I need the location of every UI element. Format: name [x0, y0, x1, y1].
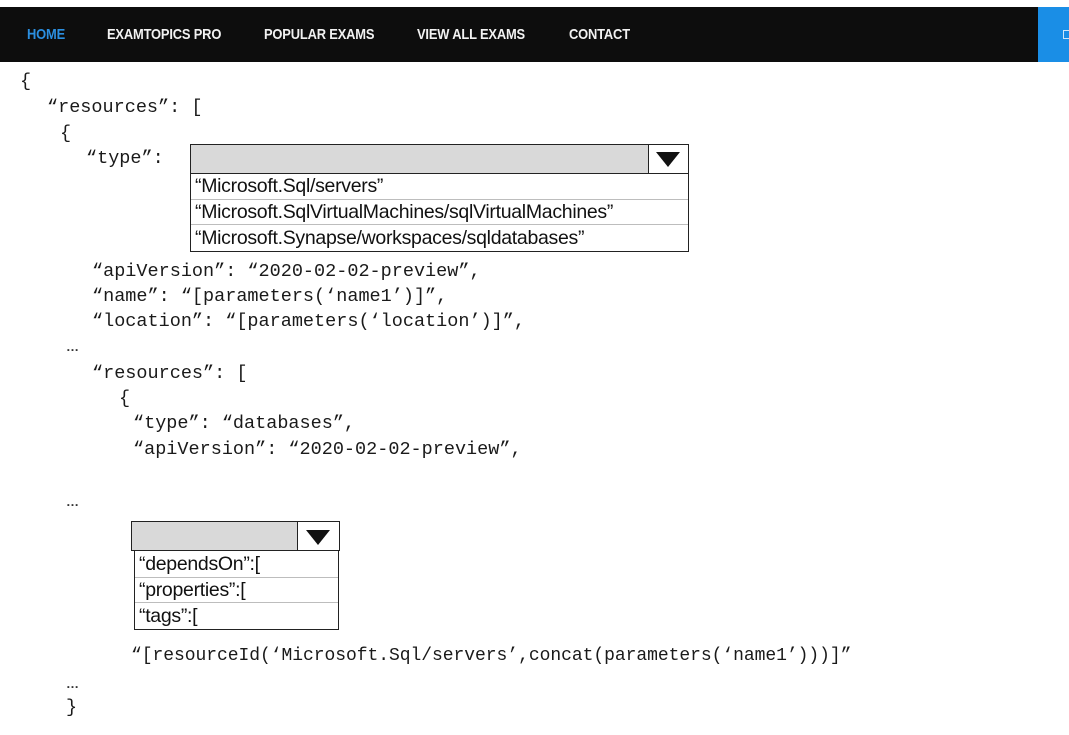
dropdown-option[interactable]: “dependsOn”:[ [135, 551, 338, 577]
triangle-down-icon [656, 152, 680, 167]
dropdown-option[interactable]: “Microsoft.Sql/servers” [191, 174, 688, 199]
code-api-version: “apiVersion”: “2020-02-02-preview”, [92, 261, 481, 282]
code-resources-open: “resources”: [ [47, 97, 203, 118]
nav-popular-exams[interactable]: POPULAR EXAMS [264, 7, 374, 62]
code-location: “location”: “[parameters(‘location’)]”, [92, 311, 525, 332]
nav-examtopics-pro[interactable]: EXAMTOPICS PRO [107, 7, 221, 62]
code-nested-resources-open: “resources”: [ [92, 363, 248, 384]
code-name: “name”: “[parameters(‘name1’)]”, [92, 286, 448, 307]
top-strip [0, 0, 1069, 7]
code-resource-id: “[resourceId(‘Microsoft.Sql/servers’,con… [131, 646, 852, 666]
dropdown-arrow-button[interactable] [297, 522, 339, 550]
triangle-down-icon [306, 530, 330, 545]
dropdown-arrow-button[interactable] [648, 145, 688, 173]
code-nested-brace: { [119, 388, 131, 409]
nav-home[interactable]: HOME [27, 7, 65, 62]
resource-type-dropdown[interactable] [190, 144, 689, 174]
dropdown-option[interactable]: “properties”:[ [135, 577, 338, 603]
dropdown-option[interactable]: “tags”:[ [135, 602, 338, 629]
property-dropdown[interactable] [131, 521, 340, 551]
dropdown-option[interactable]: “Microsoft.Synapse/workspaces/sqldatabas… [191, 224, 688, 251]
dropdown-option[interactable]: “Microsoft.SqlVirtualMachines/sqlVirtual… [191, 199, 688, 225]
code-ellipsis: … [66, 494, 80, 509]
code-type-key: “type”: [86, 148, 164, 169]
square-icon [1063, 30, 1069, 39]
nav-action-button[interactable] [1038, 7, 1069, 62]
nav-contact[interactable]: CONTACT [569, 7, 630, 62]
code-db-api-version: “apiVersion”: “2020-02-02-preview”, [133, 439, 522, 460]
code-close-brace: } [66, 697, 78, 718]
property-options: “dependsOn”:[ “properties”:[ “tags”:[ [134, 550, 339, 630]
resource-type-options: “Microsoft.Sql/servers” “Microsoft.SqlVi… [190, 173, 689, 252]
nav-view-all-exams[interactable]: VIEW ALL EXAMS [417, 7, 525, 62]
code-db-type: “type”: “databases”, [133, 413, 356, 434]
code-ellipsis: … [66, 676, 80, 691]
code-inner-brace: { [60, 123, 72, 144]
code-open-brace: { [20, 71, 32, 92]
code-ellipsis: … [66, 339, 80, 354]
